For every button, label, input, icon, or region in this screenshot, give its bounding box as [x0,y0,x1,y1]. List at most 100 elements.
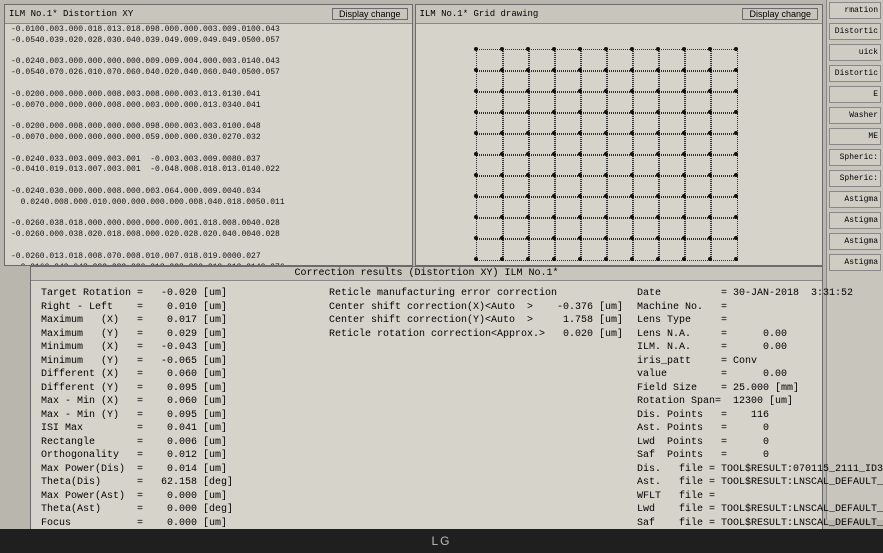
grid-node [630,173,634,177]
grid-node [474,68,478,72]
grid-node [682,194,686,198]
grid-node [656,68,660,72]
sidebar-item[interactable]: Spheric: [829,149,881,166]
grid-node [604,47,608,51]
grid-node [630,110,634,114]
grid-node [604,194,608,198]
grid-node [734,194,738,198]
grid-node [708,89,712,93]
grid-node [526,257,530,261]
grid-node [552,215,556,219]
grid-node [604,152,608,156]
sidebar-item[interactable]: Astigma [829,212,881,229]
grid-node [656,173,660,177]
grid-node [604,236,608,240]
grid-node [552,257,556,261]
grid-node [682,47,686,51]
grid-node [526,47,530,51]
grid-title: ILM No.1* Grid drawing [420,9,539,19]
grid-node [500,215,504,219]
grid-node [656,110,660,114]
grid-node [500,236,504,240]
sidebar-item[interactable]: Distortic [829,23,881,40]
distortion-data-lines: -0.0100.003.000.018.013.018.098.000.000.… [11,25,406,265]
grid-node [656,236,660,240]
sidebar-item[interactable]: rmation [829,2,881,19]
grid-node [500,89,504,93]
grid-node [526,131,530,135]
grid-node [604,173,608,177]
grid-node [474,110,478,114]
grid-node [734,110,738,114]
grid-node [656,131,660,135]
grid-node [500,110,504,114]
results-body: Target Rotation = -0.020 [um] Right - Le… [31,281,822,550]
grid-node [630,215,634,219]
grid-node [552,68,556,72]
grid-node [708,152,712,156]
grid-node [708,236,712,240]
grid-node [500,152,504,156]
display-change-button-right[interactable]: Display change [742,8,818,20]
grid-node [552,47,556,51]
grid-node [526,110,530,114]
grid-node [474,257,478,261]
grid-node [630,152,634,156]
grid-node [474,236,478,240]
grid-node [734,152,738,156]
grid-node [578,173,582,177]
grid-node [526,194,530,198]
correction-results-window: Correction results (Distortion XY) ILM N… [30,266,823,539]
grid-node [708,215,712,219]
grid-node [604,89,608,93]
grid-node [734,215,738,219]
grid-node [708,173,712,177]
grid-node [526,215,530,219]
grid-node [474,173,478,177]
grid-node [734,257,738,261]
grid-node [734,68,738,72]
grid-node [630,194,634,198]
desktop: ILM No.1* Distortion XY Display change -… [0,0,883,553]
grid-node [474,131,478,135]
grid-node [708,110,712,114]
grid-node [500,173,504,177]
sidebar-item[interactable]: Astigma [829,254,881,271]
sidebar-item[interactable]: Washer [829,107,881,124]
grid-node [708,257,712,261]
grid-node [578,236,582,240]
sidebar-item[interactable]: Distortic [829,65,881,82]
sidebar-item[interactable]: Astigma [829,191,881,208]
sidebar-item[interactable]: ME [829,128,881,145]
grid-node [578,110,582,114]
grid-node [500,68,504,72]
sidebar-item[interactable]: uick [829,44,881,61]
grid-node [656,257,660,261]
grid-node [682,68,686,72]
grid-node [604,110,608,114]
grid-node [630,89,634,93]
grid-node [708,194,712,198]
grid-panel: ILM No.1* Grid drawing Display change [415,4,824,266]
grid-node [734,236,738,240]
grid-node [578,47,582,51]
sidebar-item[interactable]: Spheric: [829,170,881,187]
grid-node [656,89,660,93]
grid-node [682,110,686,114]
grid-node [526,89,530,93]
grid-node [578,68,582,72]
grid-node [500,131,504,135]
results-column-left: Target Rotation = -0.020 [um] Right - Le… [41,287,301,544]
grid-node [526,68,530,72]
grid-node [708,131,712,135]
sidebar-item[interactable]: Astigma [829,233,881,250]
sidebar-item[interactable]: E [829,86,881,103]
display-change-button-left[interactable]: Display change [332,8,408,20]
grid-node [604,68,608,72]
grid-node [630,131,634,135]
grid-node [552,236,556,240]
grid-node [630,236,634,240]
grid-node [578,194,582,198]
top-panels: ILM No.1* Distortion XY Display change -… [0,0,883,266]
grid-node [552,173,556,177]
